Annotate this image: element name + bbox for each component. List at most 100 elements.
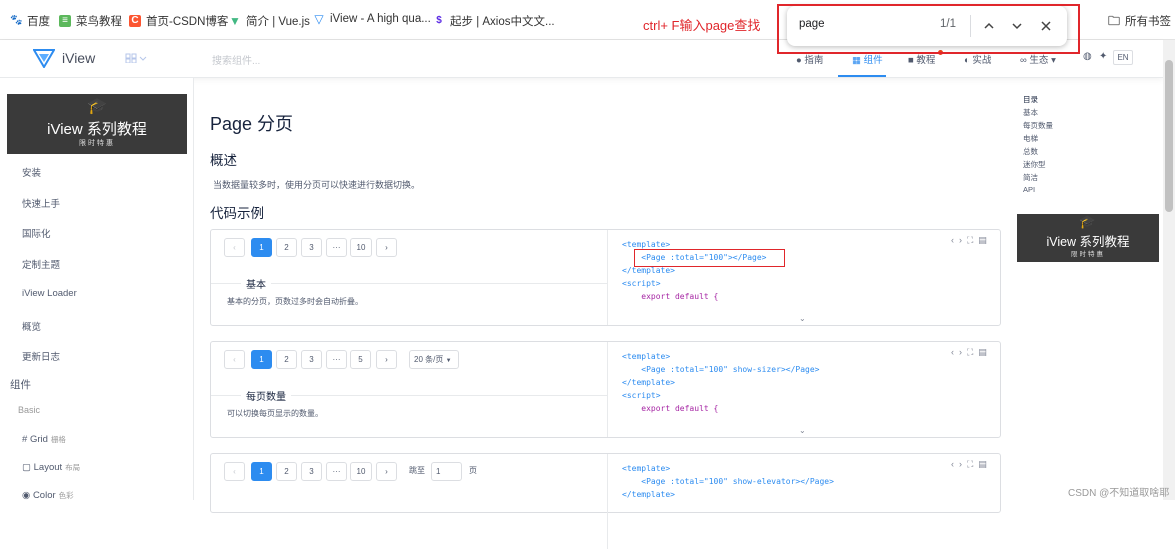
tutorial-banner-right[interactable]: 🎓 iView 系列教程 限时特惠 [1017,214,1159,262]
sidebar-item-quickstart[interactable]: 快速上手 [22,196,60,210]
page-item[interactable]: 3 [301,238,322,257]
anchor-link[interactable]: 电梯 [1023,133,1038,144]
bookmark-baidu[interactable]: 🐾 百度 [10,13,50,29]
page-item[interactable]: 10 [350,238,372,257]
code-block: <template> <Page :total="100"></Page> </… [622,240,767,301]
prev-page-button[interactable]: ‹ [224,350,245,369]
sidebar-item-changelog[interactable]: 更新日志 [22,349,60,363]
sidebar-item-install[interactable]: 安装 [22,165,41,179]
demo-desc: 基本的分页，页数过多时会自动折叠。 [227,297,363,306]
page-ellipsis[interactable]: ··· [326,462,347,481]
banner-title: iView 系列教程 [47,121,147,138]
anchor-link[interactable]: 基本 [1023,107,1038,118]
page-item[interactable]: 2 [276,350,297,369]
anchor-link[interactable]: 每页数量 [1023,120,1053,131]
baidu-icon: 🐾 [10,15,23,26]
banner-subtitle: 限时特惠 [79,140,115,147]
page-ellipsis[interactable]: ··· [326,238,347,257]
sidebar-item-i18n[interactable]: 国际化 [22,226,51,240]
layout-icon: ▢ [22,462,31,473]
nav-tutorial[interactable]: ■ 教程 [908,50,943,66]
highlight-box [777,4,1080,54]
highlight-box [634,249,785,267]
jump-unit: 页 [469,466,477,475]
expand-code-icon[interactable]: ⌄ [799,426,806,435]
csdn-icon: C [129,15,141,27]
sidebar: 🎓 iView 系列教程 限时特惠 安装 快速上手 国际化 定制主题 iView… [0,78,194,501]
demo-elevator: ‹ 1 2 3 ··· 10 › 跳至 1 页 ‹›⛶▤ <template> … [210,453,1001,549]
sidebar-subgroup-basic: Basic [18,405,41,415]
page-item[interactable]: 1 [251,350,272,369]
code-toolbar[interactable]: ‹›⛶▤ [951,347,992,358]
color-icon: ◉ [22,490,31,501]
page-item[interactable]: 1 [251,238,272,257]
iview-logo-icon[interactable] [33,48,55,68]
bookmark-csdn[interactable]: C 首页-CSDN博客 [129,13,228,29]
caret-down-icon: ▼ [445,358,452,364]
scrollbar-thumb[interactable] [1165,60,1173,212]
anchor-link[interactable]: 迷你型 [1023,159,1046,170]
page-item[interactable]: 10 [350,462,372,481]
nav-practice[interactable]: ◐ 实战 [964,52,991,66]
sidebar-item-loader[interactable]: iView Loader [22,288,77,299]
github-icon[interactable]: ◍ [1083,51,1092,62]
guide-icon: ● [796,55,802,66]
page-item[interactable]: 5 [350,350,371,369]
twitter-icon[interactable]: ✦ [1099,51,1107,62]
page-item[interactable]: 1 [251,462,272,481]
page-item[interactable]: 3 [301,462,322,481]
sidebar-item-layout[interactable]: ▢ Layout 布局 [22,462,80,473]
graduation-cap-icon: 🎓 [1079,214,1096,229]
code-block: <template> <Page :total="100" show-eleva… [622,464,834,499]
sidebar-item-overview[interactable]: 概览 [22,319,41,333]
page-item[interactable]: 3 [301,350,322,369]
sidebar-item-grid[interactable]: # Grid 栅格 [22,434,66,445]
bookmark-axios[interactable]: $ 起步 | Axios中文文... [433,13,554,29]
folder-icon: 🗀 [1108,14,1121,28]
page-item[interactable]: 2 [276,462,297,481]
demo-split [607,230,608,325]
next-page-button[interactable]: › [376,462,397,481]
overview-heading: 概述 [210,153,237,168]
page-item[interactable]: 2 [276,238,297,257]
nav-guide[interactable]: ● 指南 [796,52,823,66]
page-size-select[interactable]: 20 条/页 ▼ [409,350,459,369]
demo-title: 每页数量 [241,388,291,403]
expand-code-icon[interactable]: ⌄ [799,314,806,323]
grid-icon: # [22,434,28,445]
bookmark-runoob[interactable]: ≡ 菜鸟教程 [59,13,122,29]
demo-desc: 可以切换每页显示的数量。 [227,409,323,418]
next-page-button[interactable]: › [376,350,397,369]
runoob-icon: ≡ [59,15,71,27]
vue-icon: ▼ [229,14,241,28]
search-input[interactable]: 搜索组件... [212,52,260,67]
bookmark-iview[interactable]: ▽ iView - A high qua... [313,12,430,26]
page-ellipsis[interactable]: ··· [326,350,347,369]
nav-active-indicator [838,75,886,77]
sidebar-item-theme[interactable]: 定制主题 [22,257,60,271]
demo-basic: ‹ 1 2 3 ··· 10 › 基本 基本的分页，页数过多时会自动折叠。 ‹›… [210,229,1001,326]
anchor-link[interactable]: API [1023,185,1035,194]
prev-page-button[interactable]: ‹ [224,238,245,257]
language-button[interactable]: EN [1113,50,1133,65]
prev-page-button[interactable]: ‹ [224,462,245,481]
tutorial-banner[interactable]: 🎓 iView 系列教程 限时特惠 [7,94,187,154]
jump-input[interactable]: 1 [431,462,462,481]
iview-icon: ▽ [314,12,324,26]
bookmark-vue[interactable]: ▼ 简介 | Vue.js [229,13,310,29]
anchor-link[interactable]: 总数 [1023,146,1038,157]
next-page-button[interactable]: › [376,238,397,257]
demo-split [607,454,608,549]
logo-text[interactable]: iView [62,50,95,66]
code-toolbar[interactable]: ‹›⛶▤ [951,459,992,470]
nav-ecosystem[interactable]: ∞ 生态 ▾ [1020,52,1056,66]
version-select-icon[interactable] [125,53,147,63]
sidebar-group-components: 组件 [10,379,31,391]
nav-components[interactable]: ▦ 组件 [852,52,883,66]
overview-text: 当数据量较多时，使用分页可以快速进行数据切换。 [213,180,421,190]
sidebar-item-color[interactable]: ◉ Color 色彩 [22,490,74,501]
anchor-link[interactable]: 简洁 [1023,172,1038,183]
anchor-title: 目录 [1023,95,1038,104]
all-bookmarks[interactable]: 🗀 所有书签 [1108,13,1171,29]
code-toolbar[interactable]: ‹›⛶▤ [951,235,992,246]
